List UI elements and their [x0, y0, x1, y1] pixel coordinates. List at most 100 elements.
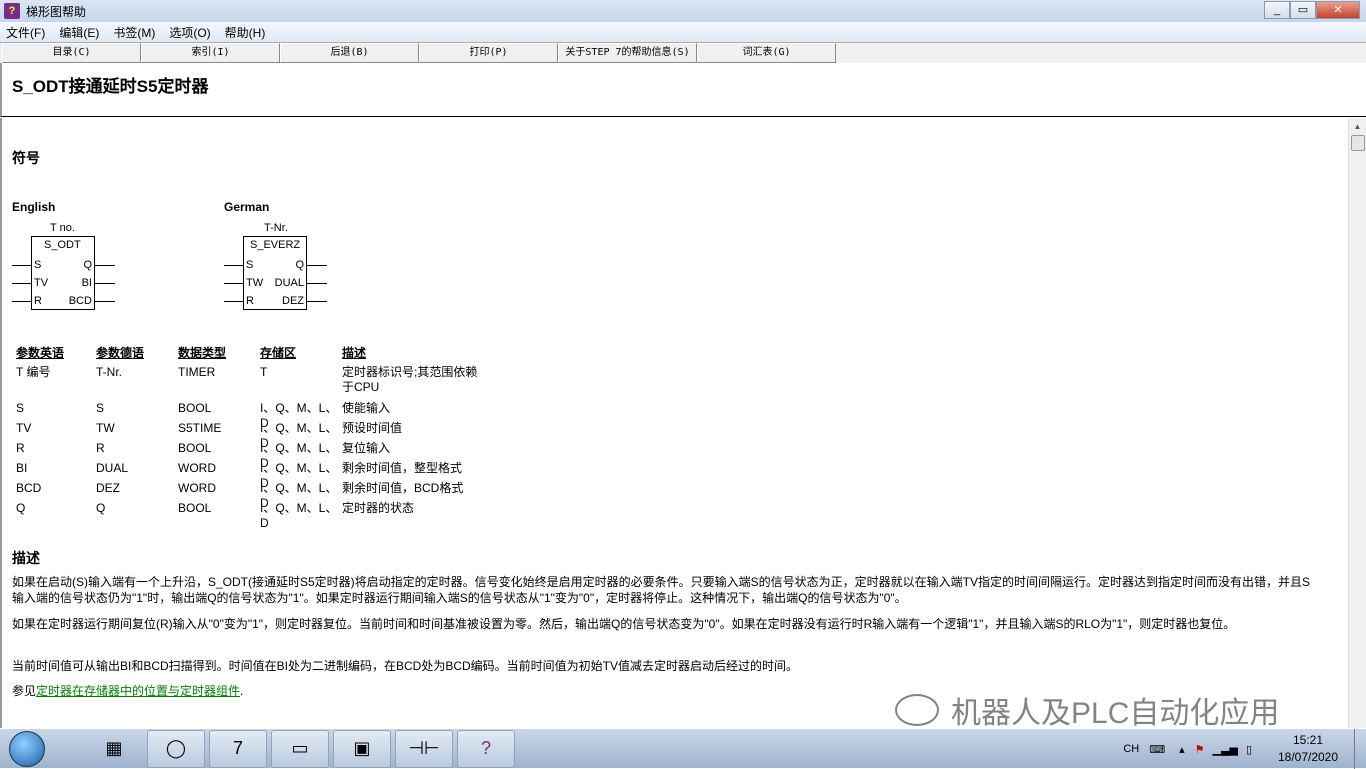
- show-hidden-icons[interactable]: ▴: [1179, 743, 1185, 756]
- close-button[interactable]: ✕: [1316, 1, 1360, 19]
- table-cell: 定时器标识号;其范围依赖于CPU: [342, 365, 478, 394]
- index-button[interactable]: 索引(I): [141, 43, 280, 63]
- clock-date: 18/07/2020: [1277, 750, 1339, 764]
- table-header: 描述: [342, 346, 367, 360]
- powerpoint-icon[interactable]: ▣: [333, 729, 391, 768]
- table-cell: 预设时间值: [342, 421, 403, 435]
- table-cell: Q: [16, 501, 26, 515]
- power-icon[interactable]: ▯: [1246, 743, 1252, 756]
- timer-memory-link[interactable]: 定时器在存储器中的位置与定时器组件: [36, 684, 240, 698]
- help-book-taskbar-icon[interactable]: ?: [457, 729, 515, 768]
- pin-bi: BI: [81, 277, 92, 289]
- block-name: S_ODT: [44, 239, 81, 251]
- table-cell: T-Nr.: [96, 365, 122, 379]
- table-cell: DEZ: [96, 481, 120, 495]
- about-step7-help-button[interactable]: 关于STEP 7的帮助信息(S): [558, 43, 697, 63]
- menu-options[interactable]: 选项(O): [169, 24, 210, 41]
- table-cell: R: [16, 441, 25, 455]
- table-header: 存储区: [260, 346, 297, 360]
- german-label: German: [224, 200, 270, 214]
- table-cell: BOOL: [178, 401, 212, 415]
- table-cell: R: [96, 441, 105, 455]
- pin-q: Q: [83, 259, 92, 271]
- clock[interactable]: 15:21 18/07/2020: [1268, 732, 1348, 766]
- language-indicator[interactable]: CH: [1123, 743, 1139, 755]
- pin-q: Q: [295, 259, 304, 271]
- topic-header: S_ODT接通延时S5定时器: [0, 63, 1366, 117]
- table-cell: DUAL: [96, 461, 129, 475]
- topic-content: 符号 English German T no. S_ODT S TV R Q B…: [0, 118, 1348, 728]
- vertical-scrollbar[interactable]: ▲: [1348, 118, 1366, 728]
- table-cell: Q: [96, 501, 106, 515]
- scroll-thumb[interactable]: [1351, 135, 1365, 151]
- calculator-icon[interactable]: ▦: [85, 730, 143, 768]
- wechat-icon: [895, 694, 939, 726]
- table-cell: S: [16, 401, 25, 415]
- table-cell: BOOL: [178, 501, 212, 515]
- back-button[interactable]: 后退(B): [280, 43, 419, 63]
- table-cell: I、Q、M、L、D: [260, 501, 338, 530]
- pin-tv: TV: [34, 277, 49, 289]
- table-cell: WORD: [178, 461, 216, 475]
- table-cell: 定时器的状态: [342, 501, 415, 515]
- watermark-text: 机器人及PLC自动化应用: [951, 697, 1280, 730]
- table-cell: 使能输入: [342, 401, 391, 415]
- help-book-icon: ?: [4, 3, 20, 19]
- block-name: S_EVERZ: [250, 239, 301, 251]
- table-cell: BCD: [16, 481, 42, 495]
- print-button[interactable]: 打印(P): [419, 43, 558, 63]
- network-signal-icon[interactable]: ▁▃▅: [1213, 743, 1238, 756]
- table-cell: TIMER: [178, 365, 216, 379]
- toolbar: 目录(C) 索引(I) 后退(B) 打印(P) 关于STEP 7的帮助信息(S)…: [0, 42, 1366, 63]
- pin-r: R: [246, 295, 254, 307]
- menu-bookmark[interactable]: 书签(M): [113, 24, 155, 41]
- system-tray: CH ⌨ ▴ ⚑ ▁▃▅ ▯ 15:21 18/07/2020: [1123, 729, 1366, 769]
- table-cell: T 编号: [16, 365, 51, 379]
- menu-file[interactable]: 文件(F): [6, 24, 45, 41]
- table-cell: TV: [16, 421, 32, 435]
- pin-r: R: [34, 295, 42, 307]
- table-cell: BI: [16, 461, 28, 475]
- step7-icon[interactable]: 7: [209, 729, 267, 768]
- contents-button[interactable]: 目录(C): [2, 43, 141, 63]
- pin-tw: TW: [246, 277, 264, 289]
- description-heading: 描述: [12, 550, 40, 566]
- table-header: 参数英语: [16, 346, 65, 360]
- title-bar: ? 梯形图帮助 _ ▭ ✕: [0, 0, 1366, 22]
- pin-s: S: [246, 259, 254, 271]
- pin-bcd: BCD: [68, 295, 92, 307]
- action-center-flag-icon[interactable]: ⚑: [1195, 743, 1205, 756]
- ladder-editor-icon[interactable]: ⊣⊢: [395, 729, 453, 768]
- table-cell: 剩余时间值，整型格式: [342, 461, 463, 475]
- glossary-button[interactable]: 词汇表(G): [697, 43, 836, 63]
- minimize-button[interactable]: _: [1264, 1, 1290, 19]
- table-cell: TW: [96, 421, 115, 435]
- maximize-button[interactable]: ▭: [1290, 1, 1316, 19]
- start-button[interactable]: [9, 730, 45, 767]
- taskbar: ▦ ◯ 7 ▭ ▣ ⊣⊢ ? CH ⌨ ▴ ⚑ ▁▃▅ ▯ 15:21 18/0…: [0, 728, 1366, 769]
- table-cell: WORD: [178, 481, 216, 495]
- keyboard-icon[interactable]: ⌨: [1149, 743, 1165, 756]
- description-paragraph-1: 如果在启动(S)输入端有一个上升沿，S_ODT(接通延时S5定时器)将启动指定的…: [12, 575, 1311, 605]
- scroll-up-icon[interactable]: ▲: [1349, 118, 1366, 135]
- table-header: 参数德语: [96, 346, 145, 360]
- page-title: S_ODT接通延时S5定时器: [12, 77, 209, 96]
- show-desktop-button[interactable]: [1354, 729, 1366, 769]
- file-explorer-icon[interactable]: ▭: [271, 729, 329, 768]
- see-also-suffix: .: [240, 684, 244, 698]
- menu-bar: 文件(F) 编辑(E) 书签(M) 选项(O) 帮助(H): [0, 22, 1366, 42]
- english-label: English: [12, 200, 56, 214]
- pin-dual: DUAL: [274, 277, 304, 289]
- menu-help[interactable]: 帮助(H): [225, 24, 266, 41]
- table-cell: BOOL: [178, 441, 212, 455]
- menu-edit[interactable]: 编辑(E): [59, 24, 99, 41]
- description-paragraph-3: 当前时间值可从输出BI和BCD扫描得到。时间值在BI处为二进制编码，在BCD处为…: [12, 659, 799, 673]
- table-cell: 复位输入: [342, 441, 391, 455]
- browser-icon[interactable]: ◯: [147, 729, 205, 768]
- table-cell: S5TIME: [178, 421, 222, 435]
- pin-dez: DEZ: [282, 295, 304, 307]
- watermark: 机器人及PLC自动化应用: [895, 688, 1279, 732]
- pin-s: S: [34, 259, 42, 271]
- timer-number-label: T no.: [50, 222, 75, 234]
- table-header: 数据类型: [178, 346, 227, 360]
